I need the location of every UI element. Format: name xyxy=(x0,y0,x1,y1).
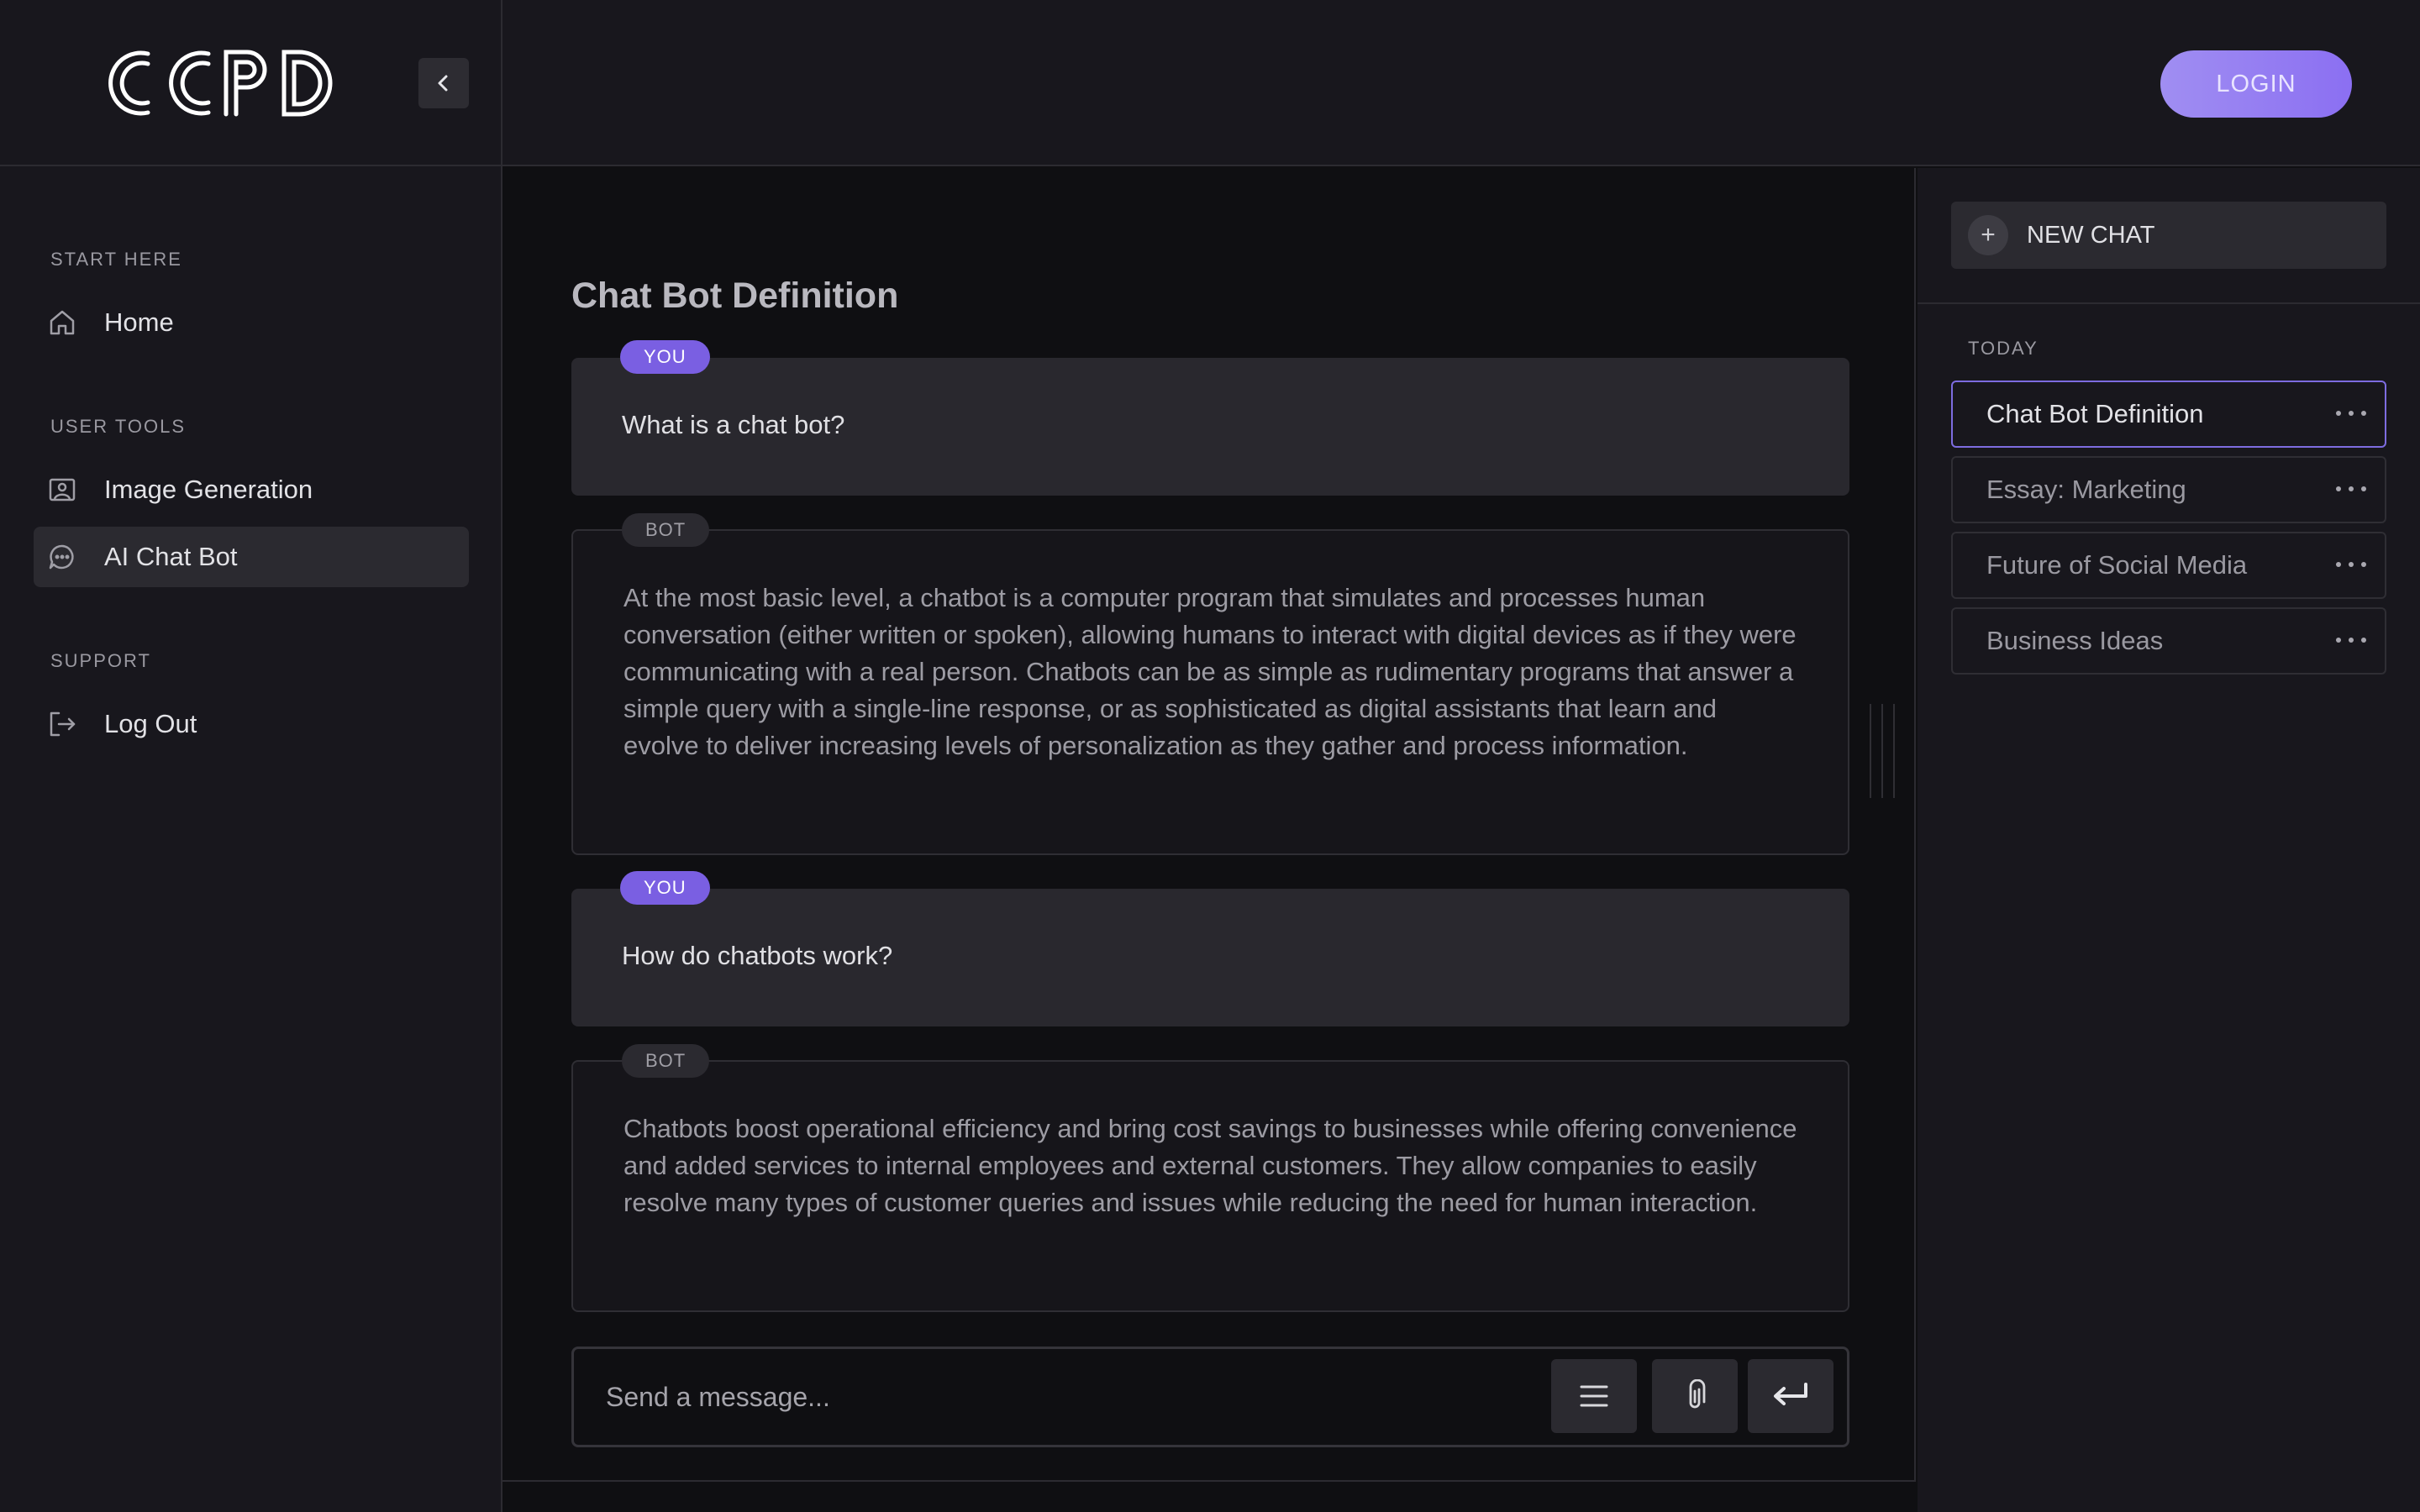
new-chat-label: NEW CHAT xyxy=(2027,221,2155,249)
history-item-title: Essay: Marketing xyxy=(1986,475,2186,504)
top-bar: LOGIN xyxy=(502,0,2420,166)
message-input[interactable] xyxy=(606,1366,1488,1428)
sidebar-header xyxy=(0,0,501,166)
collapse-sidebar-button[interactable] xyxy=(418,58,469,108)
chat-main: Chat Bot Definition YOU What is a chat b… xyxy=(502,168,1916,1482)
message-composer xyxy=(571,1347,1849,1447)
app-root: START HERE Home USER TOOLS Image Generat… xyxy=(0,0,2420,1512)
history-item[interactable]: Business Ideas xyxy=(1951,607,2386,675)
sidebar-item-log-out[interactable]: Log Out xyxy=(34,694,469,754)
role-badge-you: YOU xyxy=(620,871,710,905)
chat-icon xyxy=(45,540,79,574)
plus-icon: + xyxy=(1968,215,2008,255)
image-icon xyxy=(45,473,79,507)
sidebar-item-label: Image Generation xyxy=(104,475,313,504)
section-label-user-tools: USER TOOLS xyxy=(50,416,187,437)
enter-arrow-icon xyxy=(1774,1383,1807,1405)
more-options-icon[interactable] xyxy=(2336,476,2366,501)
sidebar-item-ai-chat-bot[interactable]: AI Chat Bot xyxy=(34,527,469,587)
chat-history-panel: + NEW CHAT TODAY Chat Bot Definition Ess… xyxy=(1918,168,2420,1512)
chevron-left-icon xyxy=(438,75,448,92)
role-badge-bot: BOT xyxy=(622,513,710,547)
paperclip-icon xyxy=(1689,1379,1706,1409)
history-group-label: TODAY xyxy=(1968,338,2039,359)
divider xyxy=(502,1480,1916,1482)
login-button[interactable]: LOGIN xyxy=(2160,50,2352,118)
chat-message-bot: BOT At the most basic level, a chatbot i… xyxy=(571,513,1849,855)
sidebar-item-label: AI Chat Bot xyxy=(104,542,238,571)
history-item[interactable]: Future of Social Media xyxy=(1951,532,2386,599)
logout-icon xyxy=(45,707,79,741)
role-badge-bot: BOT xyxy=(622,1044,710,1078)
more-options-icon[interactable] xyxy=(2336,627,2366,653)
message-text: How do chatbots work? xyxy=(622,941,893,970)
attach-button[interactable] xyxy=(1652,1359,1738,1433)
send-button[interactable] xyxy=(1748,1359,1833,1433)
ccpd-logo xyxy=(108,50,333,117)
panel-resize-handle[interactable] xyxy=(1870,704,1895,798)
history-item-title: Future of Social Media xyxy=(1986,550,2248,580)
history-item-title: Business Ideas xyxy=(1986,626,2164,655)
chat-message-user: YOU How do chatbots work? xyxy=(571,871,1849,1026)
history-item[interactable]: Essay: Marketing xyxy=(1951,456,2386,523)
more-options-icon[interactable] xyxy=(2336,401,2366,426)
sidebar-item-label: Home xyxy=(104,307,174,337)
divider xyxy=(1918,302,2420,304)
more-options-icon[interactable] xyxy=(2336,552,2366,577)
new-chat-button[interactable]: + NEW CHAT xyxy=(1951,202,2386,269)
menu-lines-icon xyxy=(1580,1385,1608,1407)
sidebar-item-label: Log Out xyxy=(104,709,197,738)
history-item-title: Chat Bot Definition xyxy=(1986,399,2204,428)
message-text: Chatbots boost operational efficiency an… xyxy=(623,1114,1797,1217)
section-label-support: SUPPORT xyxy=(50,650,151,671)
message-text: What is a chat bot? xyxy=(622,410,845,439)
section-label-start-here: START HERE xyxy=(50,249,182,270)
chat-title: Chat Bot Definition xyxy=(571,276,899,316)
chat-message-bot: BOT Chatbots boost operational efficienc… xyxy=(571,1044,1849,1312)
sidebar: START HERE Home USER TOOLS Image Generat… xyxy=(0,0,502,1512)
history-item[interactable]: Chat Bot Definition xyxy=(1951,381,2386,448)
message-text: At the most basic level, a chatbot is a … xyxy=(623,583,1797,760)
sidebar-item-home[interactable]: Home xyxy=(34,292,469,353)
format-button[interactable] xyxy=(1551,1359,1637,1433)
chat-message-user: YOU What is a chat bot? xyxy=(571,340,1849,496)
role-badge-you: YOU xyxy=(620,340,710,374)
sidebar-item-image-generation[interactable]: Image Generation xyxy=(34,459,469,520)
home-icon xyxy=(45,306,79,339)
